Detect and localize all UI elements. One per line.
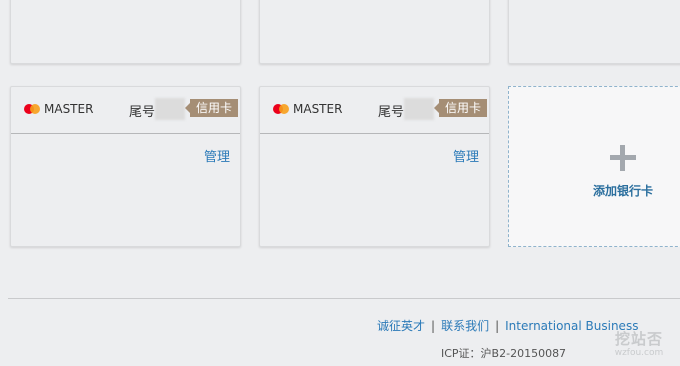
card-brand: MASTER (293, 102, 343, 116)
icp-license: ICP证：沪B2-20150087 (441, 347, 567, 360)
card-tail-label: 尾号 (129, 105, 156, 120)
footer-divider (8, 298, 680, 299)
card-number-mask (155, 98, 185, 120)
mastercard-icon (24, 104, 40, 114)
footer-links: 诚征英才 | 联系我们 | International Business (377, 317, 638, 334)
bank-card-header: MASTER 尾号 信用卡 (11, 87, 240, 134)
bank-card-placeholder (259, 0, 490, 64)
footer-link-careers[interactable]: 诚征英才 (377, 319, 425, 333)
footer-separator: | (431, 319, 436, 333)
watermark: 挖站否 wzfou.com (606, 328, 672, 358)
bank-card: MASTER 尾号 信用卡 管理 (10, 86, 241, 247)
watermark-title: 挖站否 (614, 330, 663, 348)
mastercard-icon (273, 104, 289, 114)
add-bank-card-button[interactable]: 添加银行卡 (508, 86, 680, 247)
plus-icon (610, 145, 636, 171)
footer-link-contact[interactable]: 联系我们 (441, 319, 489, 333)
bank-card: MASTER 尾号 信用卡 管理 (259, 86, 490, 247)
bank-card-placeholder (10, 0, 241, 64)
footer-separator: | (495, 319, 500, 333)
card-type-tag: 信用卡 (184, 99, 239, 117)
card-number-mask (404, 98, 434, 120)
card-brand: MASTER (44, 102, 94, 116)
manage-link[interactable]: 管理 (453, 146, 479, 165)
watermark-domain: wzfou.com (614, 348, 664, 358)
card-type-tag: 信用卡 (433, 99, 488, 117)
bank-card-header: MASTER 尾号 信用卡 (260, 87, 489, 134)
add-bank-card-label: 添加银行卡 (593, 184, 654, 198)
bank-card-placeholder (508, 0, 680, 64)
manage-link[interactable]: 管理 (204, 146, 230, 165)
card-tail-label: 尾号 (378, 105, 405, 120)
